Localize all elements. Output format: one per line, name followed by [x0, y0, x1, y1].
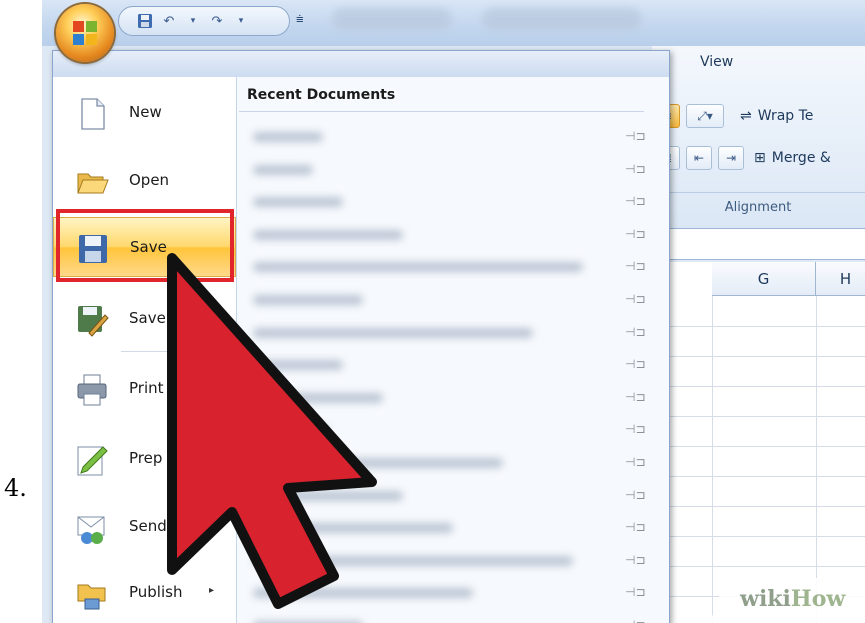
- grid-line: [652, 416, 865, 417]
- pin-icon[interactable]: ⊣⊐: [625, 553, 646, 567]
- ribbon-row-1: ≡ ⤢▾ ⇌ Wrap Te: [654, 104, 813, 128]
- quick-access-toolbar: ↶ ▾ ↷ ▾: [118, 6, 290, 36]
- column-header-h[interactable]: H: [816, 262, 865, 296]
- office-logo-icon: [73, 21, 97, 45]
- office-button[interactable]: [56, 4, 114, 62]
- recent-document-item[interactable]: ⊣⊐: [243, 610, 653, 623]
- pin-icon[interactable]: ⊣⊐: [625, 194, 646, 208]
- redo-icon[interactable]: ↷: [209, 13, 225, 29]
- grid-line: [652, 536, 865, 537]
- pin-icon[interactable]: ⊣⊐: [625, 390, 646, 404]
- menu-item-new[interactable]: New: [53, 83, 236, 143]
- pin-icon[interactable]: ⊣⊐: [625, 455, 646, 469]
- recent-documents-heading: Recent Documents: [247, 87, 396, 103]
- pin-icon[interactable]: ⊣⊐: [625, 227, 646, 241]
- ribbon-group-separator: [652, 192, 865, 193]
- watermark-wiki: wiki: [740, 586, 791, 612]
- menu-top-bar: [53, 51, 669, 78]
- send-icon: [77, 516, 105, 544]
- menu-item-new-label: New: [129, 103, 162, 121]
- publish-icon: [77, 584, 106, 610]
- blurred-document-name: [253, 197, 343, 208]
- grid-line: [816, 296, 817, 623]
- pin-icon[interactable]: ⊣⊐: [625, 520, 646, 534]
- menu-item-open[interactable]: Open: [53, 151, 236, 211]
- column-header-g[interactable]: G: [712, 262, 816, 296]
- save-icon[interactable]: [137, 13, 153, 29]
- printer-icon: [77, 374, 107, 406]
- open-folder-icon: [77, 173, 109, 194]
- pin-icon[interactable]: ⊣⊐: [625, 488, 646, 502]
- undo-icon[interactable]: ↶: [161, 13, 177, 29]
- redo-dropdown-icon[interactable]: ▾: [233, 13, 249, 29]
- title-bar: ↶ ▾ ↷ ▾ ⩧: [42, 0, 865, 46]
- wikihow-watermark: wikiHow: [740, 586, 845, 612]
- wrap-text-icon: ⇌: [740, 108, 752, 124]
- merge-icon: ⊞: [754, 150, 766, 166]
- red-pointer-arrow: [167, 253, 377, 609]
- blurred-document-name: [253, 229, 403, 240]
- step-number: 4.: [4, 474, 27, 502]
- new-document-icon: [81, 98, 105, 130]
- excel-screenshot: ↶ ▾ ↷ ▾ ⩧ View ≡ ⤢▾ ⇌ Wrap Te ≣ ⇤ ⇥ ⊞ Me…: [42, 0, 865, 623]
- pin-icon[interactable]: ⊣⊐: [625, 292, 646, 306]
- recent-document-item[interactable]: ⊣⊐: [243, 121, 653, 153]
- grid-line: [652, 566, 865, 567]
- merge-center-button[interactable]: Merge &: [772, 150, 831, 166]
- pin-icon[interactable]: ⊣⊐: [625, 129, 646, 143]
- orientation-button[interactable]: ⤢▾: [686, 104, 724, 128]
- grid-line: [652, 476, 865, 477]
- decrease-indent-button[interactable]: ⇤: [686, 146, 712, 170]
- blurred-document-name: [253, 132, 323, 142]
- pin-icon[interactable]: ⊣⊐: [625, 162, 646, 176]
- customize-toolbar-icon[interactable]: ⩧: [296, 12, 304, 27]
- undo-dropdown-icon[interactable]: ▾: [185, 13, 201, 29]
- grid-line: [652, 326, 865, 327]
- pin-icon[interactable]: ⊣⊐: [625, 325, 646, 339]
- blurred-title: [482, 8, 642, 30]
- ribbon-row-2: ≣ ⇤ ⇥ ⊞ Merge &: [654, 146, 831, 170]
- prepare-icon: [77, 446, 108, 476]
- grid-line: [652, 506, 865, 507]
- grid-line: [652, 386, 865, 387]
- pin-icon[interactable]: ⊣⊐: [625, 259, 646, 273]
- pin-icon[interactable]: ⊣⊐: [625, 422, 646, 436]
- pin-icon[interactable]: ⊣⊐: [625, 357, 646, 371]
- menu-item-prepare-label: Prep: [129, 449, 163, 467]
- worksheet-grid[interactable]: [652, 262, 865, 623]
- recent-document-item[interactable]: ⊣⊐: [243, 219, 653, 251]
- save-as-icon: [78, 306, 109, 337]
- menu-item-print-label: Print: [129, 379, 164, 397]
- recent-heading-divider: [239, 111, 644, 112]
- grid-line: [712, 296, 713, 623]
- blurred-title: [332, 8, 452, 30]
- menu-item-open-label: Open: [129, 171, 170, 189]
- blurred-document-name: [253, 164, 313, 175]
- increase-indent-button[interactable]: ⇥: [718, 146, 744, 170]
- grid-line: [652, 446, 865, 447]
- watermark-how: How: [790, 586, 846, 612]
- wrap-text-button[interactable]: Wrap Te: [758, 108, 814, 124]
- recent-document-item[interactable]: ⊣⊐: [243, 154, 653, 186]
- pin-icon[interactable]: ⊣⊐: [625, 618, 646, 623]
- grid-line: [652, 356, 865, 357]
- tab-view[interactable]: View: [700, 54, 733, 70]
- pin-icon[interactable]: ⊣⊐: [625, 585, 646, 599]
- alignment-group-label: Alignment: [724, 200, 792, 215]
- recent-document-item[interactable]: ⊣⊐: [243, 186, 653, 218]
- formula-bar[interactable]: [652, 228, 865, 260]
